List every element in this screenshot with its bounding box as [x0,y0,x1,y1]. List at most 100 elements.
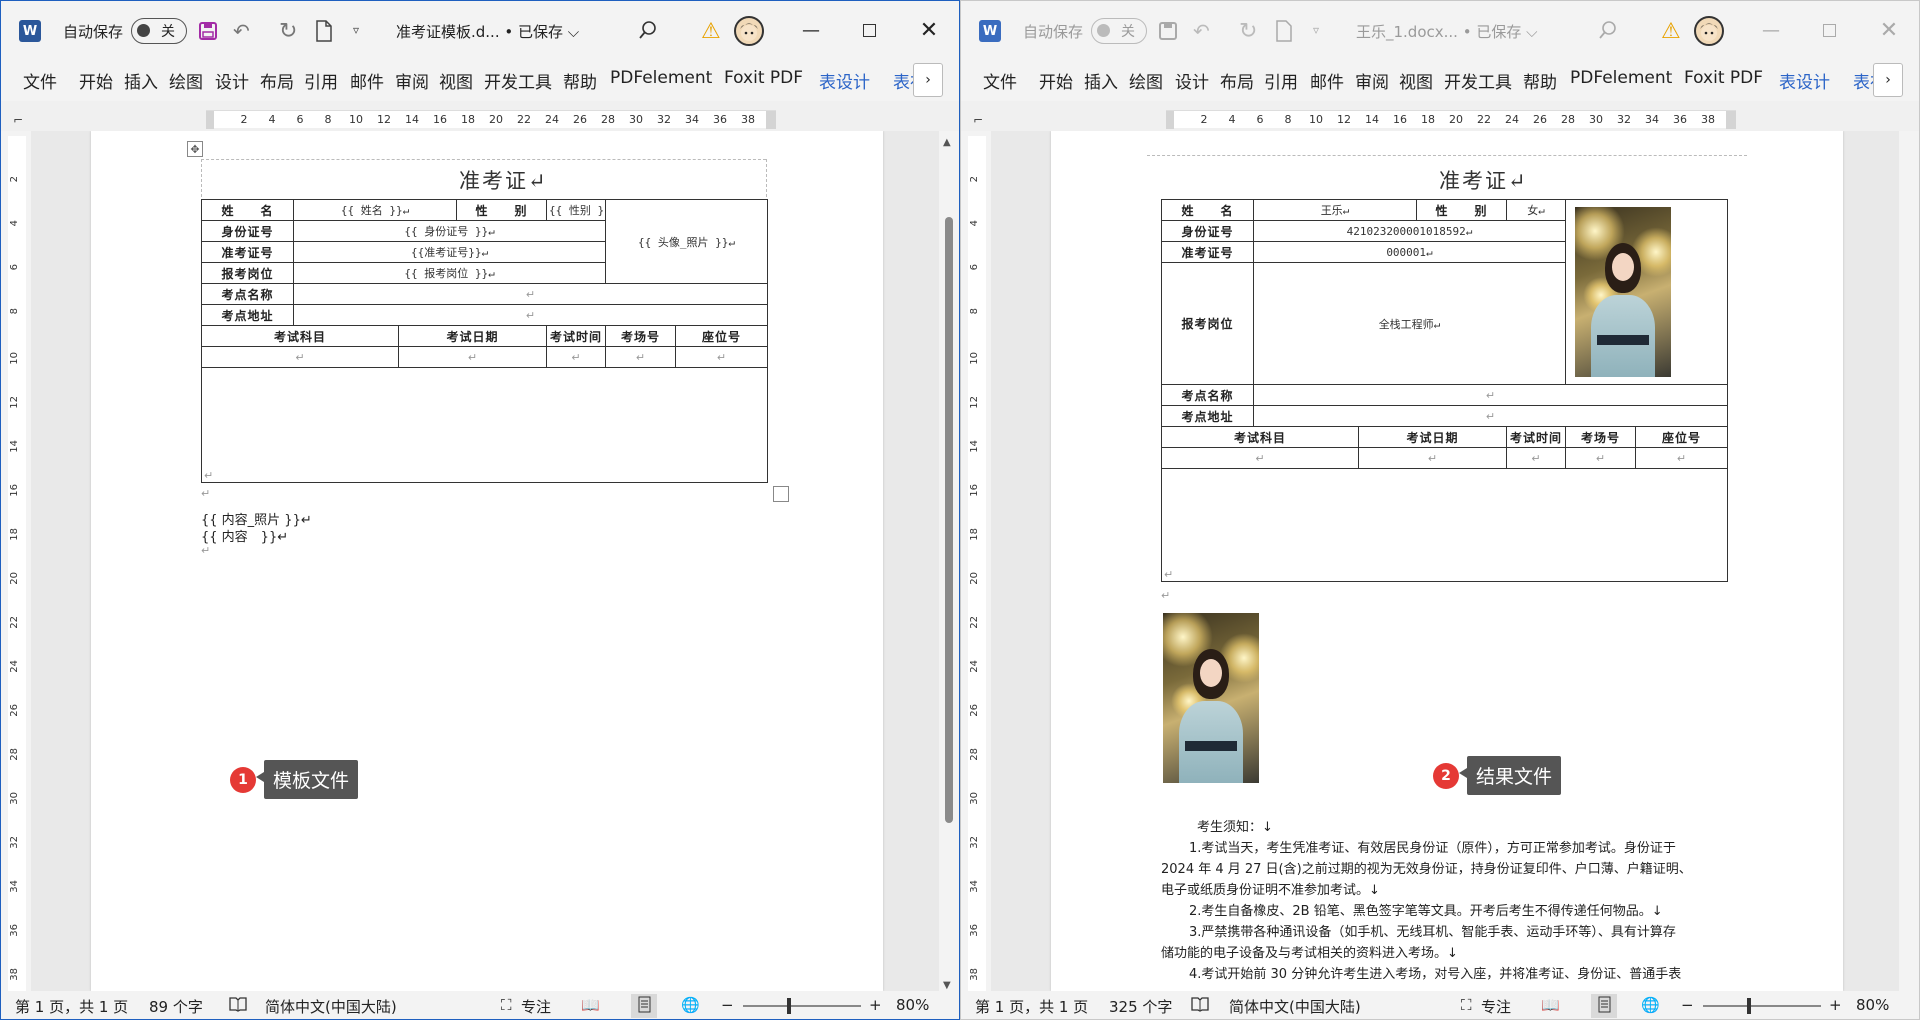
tab-stop-selector[interactable]: ⌐ [973,113,983,127]
position-cell[interactable]: {{ 报考岗位 }}↵ [292,262,607,284]
web-layout-icon[interactable]: 🌐 [681,996,700,1014]
tab-foxit-pdf[interactable]: Foxit PDF [1684,68,1763,88]
id-cell[interactable]: 421023200001018592↵ [1253,220,1566,242]
date-cell[interactable]: ↵ [397,346,548,368]
id-cell[interactable]: {{ 身份证号 }}↵ [292,220,607,242]
time-cell[interactable]: ↵ [546,346,607,368]
new-document-icon[interactable] [314,19,334,43]
tab-table-design[interactable]: 表设计 [819,68,870,93]
tab-design[interactable]: 设计 [1175,68,1209,93]
customize-quick-access-icon[interactable]: ▿ [353,23,359,37]
content-placeholder[interactable]: {{ 内容 }}↵ [201,526,288,545]
scroll-down-icon[interactable]: ▼ [943,980,951,991]
maximize-button[interactable] [1809,15,1849,45]
tab-review[interactable]: 审阅 [1355,68,1389,93]
ticket-cell[interactable]: 000001↵ [1253,241,1566,263]
tab-help[interactable]: 帮助 [563,68,597,93]
minimize-button[interactable]: — [1751,15,1791,45]
ribbon-scroll-right-button[interactable]: › [913,63,943,97]
tab-table-layout[interactable]: 表布 [1853,68,1873,93]
vertical-ruler[interactable]: 2 4 6 8 10 12 14 16 18 20 22 24 26 28 30… [8,136,26,991]
table-resize-handle[interactable] [773,486,789,502]
close-button[interactable]: ✕ [909,13,949,47]
tab-stop-selector[interactable]: ⌐ [13,113,23,127]
subject-cell[interactable]: ↵ [201,346,399,368]
vertical-scrollbar[interactable]: ▲ ▼ [941,131,957,991]
content-photo[interactable] [1163,613,1259,783]
read-mode-icon[interactable]: 📖 [1541,996,1560,1014]
photo-placeholder-cell[interactable]: {{ 头像_照片 }}↵ [605,199,769,284]
new-document-icon[interactable] [1274,19,1294,43]
proofing-book-icon[interactable] [229,996,247,1016]
page-count[interactable]: 第 1 页，共 1 页 [975,996,1088,1017]
ticket-cell[interactable]: {{准考证号}}↵ [292,241,607,263]
notes-cell[interactable]: ↵ [1161,468,1728,582]
tab-table-layout[interactable]: 表布 [893,68,913,93]
zoom-out-button[interactable]: − [1681,996,1694,1014]
horizontal-ruler[interactable]: 2 4 6 8 10 12 14 16 18 20 22 24 26 28 30… [206,110,776,129]
minimize-button[interactable]: — [791,15,831,45]
tab-insert[interactable]: 插入 [1084,68,1118,93]
customize-quick-access-icon[interactable]: ▿ [1313,23,1319,37]
date-cell[interactable]: ↵ [1358,447,1507,469]
document-page[interactable]: 准考证↵ 姓 名 王乐↵ 性 别 女↵ 身份证号 421023200001018… [1051,131,1843,991]
word-count[interactable]: 89 个字 [149,996,203,1017]
focus-mode-button[interactable]: 专注 [521,996,551,1017]
tab-design[interactable]: 设计 [215,68,249,93]
gender-cell[interactable]: 女↵ [1506,199,1566,221]
tab-mailings[interactable]: 邮件 [1310,68,1344,93]
tab-home[interactable]: 开始 [1039,68,1073,93]
vertical-ruler[interactable]: 2 4 6 8 10 12 14 16 18 20 22 24 26 28 30… [968,136,986,991]
tab-view[interactable]: 视图 [439,68,473,93]
page-count[interactable]: 第 1 页，共 1 页 [15,996,128,1017]
tab-references[interactable]: 引用 [1264,68,1298,93]
warning-icon[interactable]: ⚠ [1661,19,1681,44]
tab-developer[interactable]: 开发工具 [484,68,552,93]
zoom-slider-track[interactable] [1703,1005,1821,1007]
vertical-scrollbar[interactable] [1901,131,1917,991]
seat-cell[interactable]: ↵ [675,346,769,368]
tab-pdfelement[interactable]: PDFelement [1570,68,1672,88]
tab-insert[interactable]: 插入 [124,68,158,93]
site-name-cell[interactable]: ↵ [292,283,769,305]
room-cell[interactable]: ↵ [1565,447,1636,469]
tab-developer[interactable]: 开发工具 [1444,68,1512,93]
tab-file[interactable]: 文件 [23,68,57,93]
position-cell[interactable]: 全栈工程师↵ [1253,262,1566,385]
site-name-cell[interactable]: ↵ [1253,384,1728,406]
time-cell[interactable]: ↵ [1506,447,1566,469]
seat-cell[interactable]: ↵ [1635,447,1728,469]
tab-review[interactable]: 审阅 [395,68,429,93]
site-addr-cell[interactable]: ↵ [1253,405,1728,427]
tab-draw[interactable]: 绘图 [169,68,203,93]
document-page[interactable]: ✥ 准考证↵ 姓 名 {{ 姓名 }}↵ 性 别 {{ 性别 }}↵ {{ 头像… [91,131,883,991]
language-indicator[interactable]: 简体中文(中国大陆) [265,996,397,1017]
search-icon[interactable] [637,19,659,41]
save-icon[interactable] [197,20,219,42]
zoom-slider-track[interactable] [743,1005,861,1007]
focus-icon[interactable]: ⛶ [501,996,512,1014]
scroll-thumb[interactable] [945,217,953,823]
document-title[interactable]: 准考证模板.d... • 已保存 ⌵ [396,21,579,42]
tab-layout[interactable]: 布局 [1220,68,1254,93]
tab-draw[interactable]: 绘图 [1129,68,1163,93]
maximize-button[interactable] [849,15,889,45]
tab-layout[interactable]: 布局 [260,68,294,93]
scroll-up-icon[interactable]: ▲ [943,137,951,148]
horizontal-ruler[interactable]: 2 4 6 8 10 12 14 16 18 20 22 24 26 28 30… [1166,110,1736,129]
print-layout-icon[interactable] [631,994,657,1018]
close-button[interactable]: ✕ [1869,13,1909,47]
tab-table-design[interactable]: 表设计 [1779,68,1830,93]
undo-icon[interactable]: ↶ [233,19,250,43]
tab-references[interactable]: 引用 [304,68,338,93]
focus-icon[interactable]: ⛶ [1461,996,1472,1014]
web-layout-icon[interactable]: 🌐 [1641,996,1660,1014]
proofing-book-icon[interactable] [1191,996,1209,1016]
user-avatar[interactable] [734,16,764,46]
redo-icon[interactable]: ↻ [1239,19,1257,44]
language-indicator[interactable]: 简体中文(中国大陆) [1229,996,1361,1017]
print-layout-icon[interactable] [1591,994,1617,1018]
tab-view[interactable]: 视图 [1399,68,1433,93]
zoom-slider-thumb[interactable] [1747,998,1751,1014]
autosave-toggle[interactable]: 关 [1091,18,1147,44]
